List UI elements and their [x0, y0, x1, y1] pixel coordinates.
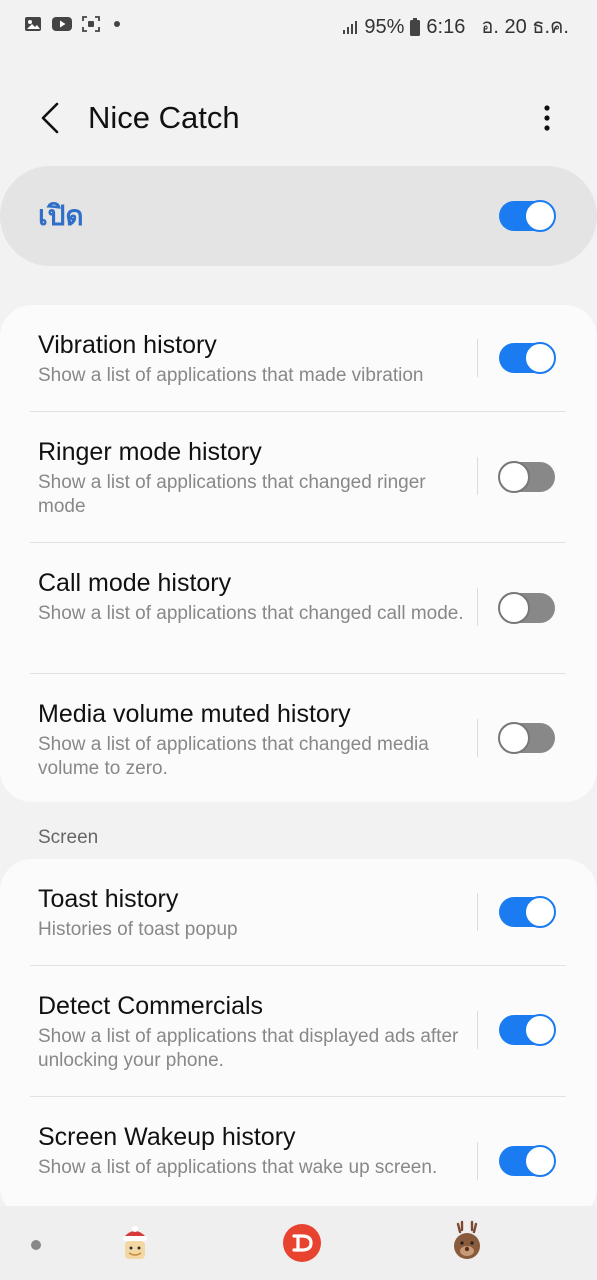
clock: 6:16 [426, 16, 466, 38]
toggle-knob [524, 342, 556, 374]
screen-record-icon [82, 16, 100, 32]
toggle-knob [524, 1014, 556, 1046]
gallery-icon [25, 17, 41, 31]
call-mode-history-toggle[interactable] [498, 592, 555, 624]
app-logo-icon[interactable] [282, 1223, 322, 1263]
setting-row-toast-history[interactable]: Toast history Histories of toast popup [0, 859, 597, 965]
row-divider-vertical [477, 719, 478, 757]
setting-subtitle: Show a list of applications that changed… [38, 472, 426, 517]
master-switch-toggle[interactable] [499, 200, 556, 232]
reindeer-sticker-icon[interactable] [448, 1220, 486, 1262]
setting-title: Ringer mode history [38, 438, 262, 466]
toggle-knob [498, 461, 530, 493]
ringer-mode-history-toggle[interactable] [498, 461, 555, 493]
setting-row-vibration-history[interactable]: Vibration history Show a list of applica… [0, 305, 597, 411]
status-left [24, 16, 120, 32]
row-divider-vertical [477, 893, 478, 931]
toast-history-toggle[interactable] [499, 896, 556, 928]
notification-dot-icon [114, 21, 120, 27]
master-switch-card[interactable]: เปิด [0, 166, 597, 266]
date: อ. 20 ธ.ค. [481, 16, 569, 38]
setting-subtitle: Show a list of applications that made vi… [38, 365, 424, 386]
setting-subtitle: Show a list of applications that changed… [38, 603, 464, 624]
setting-row-ringer-mode-history[interactable]: Ringer mode history Show a list of appli… [0, 412, 597, 542]
setting-title: Detect Commercials [38, 992, 264, 1020]
page-title: Nice Catch [88, 100, 240, 135]
back-button[interactable] [30, 98, 70, 138]
row-divider-vertical [477, 339, 478, 377]
setting-row-detect-commercials[interactable]: Detect Commercials Show a list of applic… [0, 966, 597, 1096]
detect-commercials-toggle[interactable] [499, 1014, 556, 1046]
app-bar: Nice Catch [0, 86, 597, 150]
setting-subtitle: Show a list of applications that changed… [38, 734, 429, 779]
settings-card-screen: Toast history Histories of toast popup D… [0, 859, 597, 1219]
vibration-history-toggle[interactable] [499, 342, 556, 374]
nav-dot-icon[interactable] [31, 1240, 41, 1250]
more-vert-icon [544, 105, 550, 131]
more-options-button[interactable] [527, 98, 567, 138]
toggle-knob [524, 1145, 556, 1177]
settings-card-history: Vibration history Show a list of applica… [0, 305, 597, 802]
status-bar: 95% 6:16 อ. 20 ธ.ค. [0, 0, 597, 56]
toggle-knob [524, 896, 556, 928]
toggle-knob [524, 200, 556, 232]
section-header-screen: Screen [38, 827, 99, 848]
setting-title: Vibration history [38, 331, 217, 359]
status-right: 95% 6:16 อ. 20 ธ.ค. [342, 14, 569, 40]
setting-title: Screen Wakeup history [38, 1123, 296, 1151]
master-switch-label: เปิด [38, 200, 84, 231]
setting-subtitle: Show a list of applications that display… [38, 1026, 459, 1071]
toggle-knob [498, 592, 530, 624]
youtube-icon [52, 17, 72, 31]
row-divider-vertical [477, 1142, 478, 1180]
setting-title: Toast history [38, 885, 179, 913]
screen-wakeup-history-toggle[interactable] [499, 1145, 556, 1177]
row-divider-vertical [477, 457, 478, 495]
setting-row-media-volume-muted-history[interactable]: Media volume muted history Show a list o… [0, 674, 597, 802]
toggle-knob [498, 722, 530, 754]
setting-row-screen-wakeup-history[interactable]: Screen Wakeup history Show a list of app… [0, 1097, 597, 1219]
setting-title: Media volume muted history [38, 700, 351, 728]
back-arrow-icon [41, 102, 59, 134]
signal-icon [343, 21, 358, 34]
setting-subtitle: Show a list of applications that wake up… [38, 1157, 438, 1178]
battery-percent: 95% [364, 16, 405, 38]
media-volume-muted-history-toggle[interactable] [498, 722, 555, 754]
row-divider-vertical [477, 588, 478, 626]
battery-icon [410, 18, 421, 36]
setting-row-call-mode-history[interactable]: Call mode history Show a list of applica… [0, 543, 597, 673]
santa-sticker-icon[interactable] [118, 1225, 152, 1263]
setting-subtitle: Histories of toast popup [38, 919, 238, 940]
setting-title: Call mode history [38, 569, 232, 597]
row-divider-vertical [477, 1011, 478, 1049]
